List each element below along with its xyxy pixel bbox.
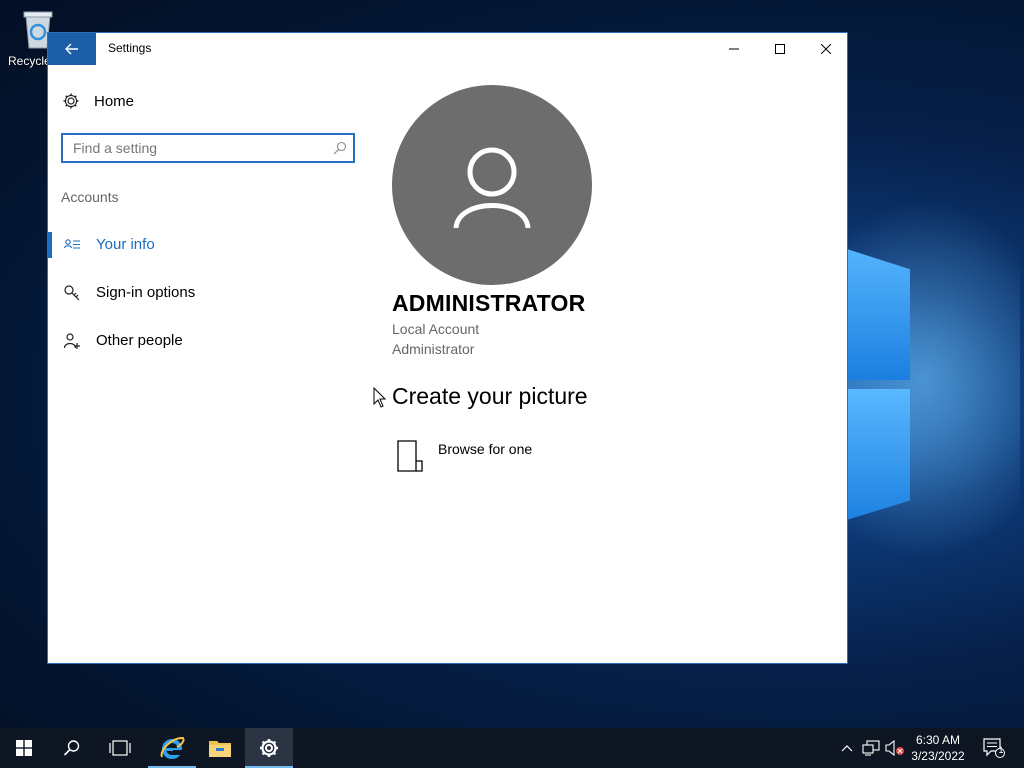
title-bar[interactable]: Settings [48, 33, 847, 65]
minimize-button[interactable] [711, 33, 757, 65]
clock-date: 3/23/2022 [911, 749, 965, 763]
settings-window: Settings Home Accounts [47, 32, 848, 664]
taskbar-search-button[interactable] [48, 728, 96, 768]
file-explorer-icon [209, 741, 231, 757]
arrow-left-icon [65, 43, 78, 55]
search-icon [63, 740, 80, 756]
search-icon[interactable] [333, 141, 347, 155]
gear-icon [63, 93, 79, 109]
clock-time: 6:30 AM [915, 733, 961, 747]
nav-home-label: Home [94, 92, 135, 110]
window-title: Settings [108, 41, 152, 55]
settings-icon [260, 739, 278, 757]
close-button[interactable] [803, 33, 849, 65]
file-icon [397, 440, 423, 472]
add-person-icon [63, 333, 80, 349]
minimize-icon [729, 48, 739, 50]
recycle-bin-label: Recycle Bin [8, 54, 48, 68]
contact-card-icon [63, 239, 80, 249]
start-icon [16, 740, 32, 756]
sidebar-item-your-info[interactable]: Your info [48, 232, 348, 258]
search-input[interactable] [71, 139, 325, 157]
task-view-icon [109, 740, 131, 756]
browse-label: Browse for one [438, 441, 533, 457]
sidebar-item-other-people[interactable]: Other people [48, 328, 348, 354]
task-view-button[interactable] [96, 728, 144, 768]
user-silhouette-icon [453, 147, 531, 229]
maximize-button[interactable] [757, 33, 803, 65]
sidebar-item-label: Sign-in options [96, 284, 196, 301]
start-button[interactable] [0, 728, 48, 768]
search-box[interactable] [61, 133, 355, 163]
close-icon [821, 44, 831, 54]
network-icon [862, 740, 880, 756]
network-tray-button[interactable] [860, 728, 882, 768]
back-button[interactable] [48, 33, 96, 65]
key-icon [64, 285, 80, 301]
sidebar-item-sign-in-options[interactable]: Sign-in options [48, 280, 348, 306]
internet-explorer-icon [160, 736, 185, 759]
maximize-icon [775, 44, 785, 54]
active-indicator [48, 232, 52, 258]
notification-count: 1 [998, 745, 1004, 755]
nav-home[interactable]: Home [62, 91, 134, 111]
taskbar-internet-explorer[interactable] [148, 728, 196, 768]
taskbar-file-explorer[interactable] [196, 728, 244, 768]
taskbar-settings[interactable] [245, 728, 293, 768]
browse-for-one-button[interactable]: Browse for one [396, 439, 532, 473]
clock[interactable]: 6:30 AM 3/23/2022 [900, 732, 976, 764]
chevron-up-icon [841, 745, 853, 752]
create-picture-heading: Create your picture [392, 383, 588, 409]
sidebar-item-label: Your info [96, 236, 155, 253]
account-role: Administrator [392, 341, 475, 357]
user-name: ADMINISTRATOR [392, 290, 586, 316]
show-hidden-icons-button[interactable] [838, 728, 856, 768]
sidebar-item-label: Other people [96, 332, 183, 349]
accounts-section-label: Accounts [61, 189, 119, 205]
account-type: Local Account [392, 321, 480, 337]
user-avatar [392, 85, 592, 285]
taskbar: 6:30 AM 3/23/2022 1 [0, 728, 1024, 768]
mouse-cursor-icon [373, 387, 387, 408]
action-center-button[interactable]: 1 [980, 728, 1008, 768]
